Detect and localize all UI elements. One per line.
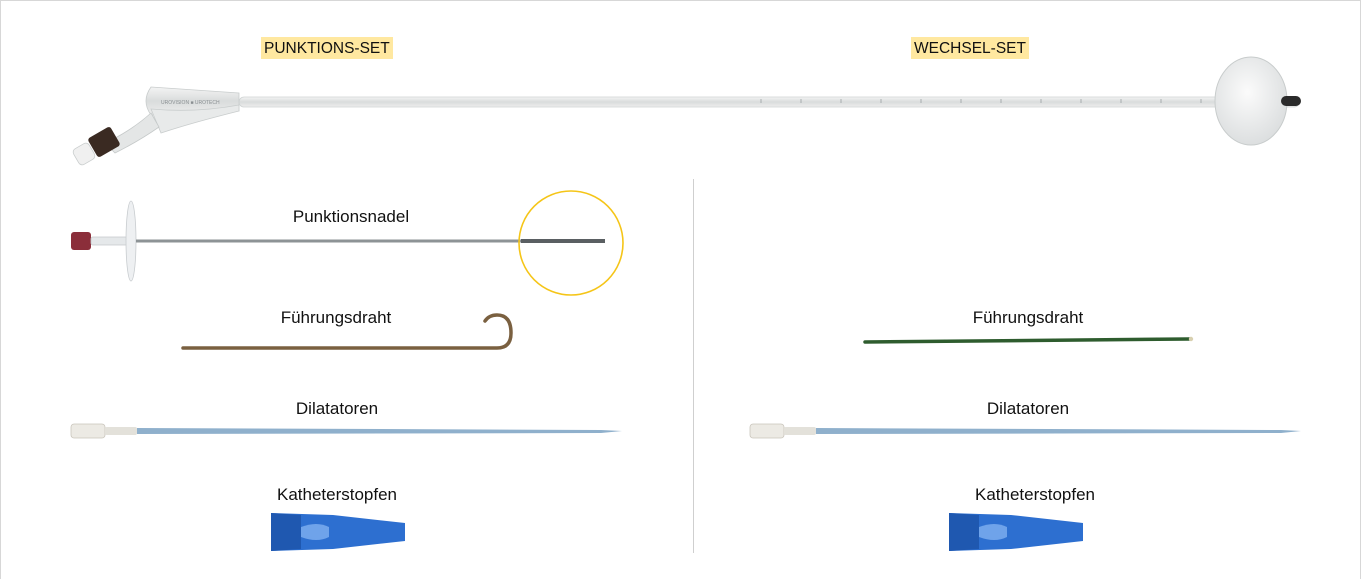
product-panel: PUNKTIONS-SET WECHSEL-SET UROVISION ■ UR… [0, 0, 1361, 579]
katheterstopfen-right-image [949, 513, 1083, 551]
